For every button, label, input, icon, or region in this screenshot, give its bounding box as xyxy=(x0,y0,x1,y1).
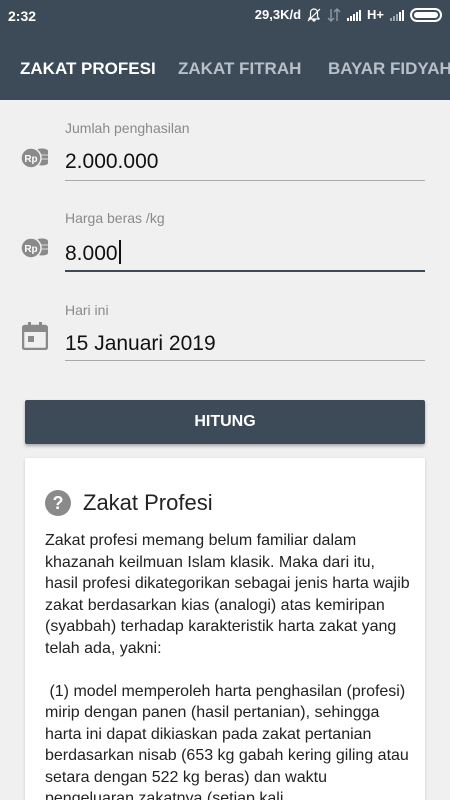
date-input[interactable]: 15 Januari 2019 xyxy=(65,332,216,356)
network-type: H+ xyxy=(367,7,384,22)
signal-icon-2 xyxy=(390,9,404,21)
rice-price-input[interactable]: 8.000 xyxy=(65,240,121,266)
help-icon: ? xyxy=(45,490,71,516)
income-input[interactable]: 2.000.000 xyxy=(65,150,158,174)
rp-coins-icon: Rp xyxy=(20,147,48,169)
calendar-icon xyxy=(22,322,48,350)
rice-price-underline xyxy=(65,270,425,272)
date-label: Hari ini xyxy=(65,302,109,318)
signal-icon xyxy=(347,9,362,21)
data-transfer-icon xyxy=(327,7,341,22)
date-underline xyxy=(65,360,425,361)
status-time: 2:32 xyxy=(8,8,37,24)
text-cursor xyxy=(118,240,121,264)
svg-text:Rp: Rp xyxy=(24,244,37,255)
income-underline xyxy=(65,180,425,181)
hitung-button[interactable]: HITUNG xyxy=(25,400,425,444)
network-speed: 29,3K/d xyxy=(254,7,302,22)
income-label: Jumlah penghasilan xyxy=(65,120,190,136)
tab-bayar-fidyah[interactable]: BAYAR FIDYAH xyxy=(328,57,450,79)
rice-price-field[interactable]: Rp Harga beras /kg 8.000 xyxy=(0,200,450,280)
income-field[interactable]: Rp Jumlah penghasilan 2.000.000 xyxy=(0,110,450,190)
info-title: Zakat Profesi xyxy=(83,490,213,515)
rice-price-label: Harga beras /kg xyxy=(65,210,165,226)
tab-zakat-fitrah[interactable]: ZAKAT FITRAH xyxy=(178,57,301,79)
tab-bar: ZAKAT PROFESI ZAKAT FITRAH BAYAR FIDYAH xyxy=(0,32,450,100)
status-bar: 2:32 29,3K/d H+ xyxy=(0,0,450,32)
info-body: Zakat profesi memang belum familiar dala… xyxy=(45,532,410,800)
rp-coins-icon: Rp xyxy=(20,237,48,259)
svg-text:Rp: Rp xyxy=(24,154,37,165)
rice-price-value: 8.000 xyxy=(65,242,118,265)
battery-icon xyxy=(410,7,442,22)
info-card: ? Zakat Profesi Zakat profesi memang bel… xyxy=(25,458,425,800)
tab-zakat-profesi[interactable]: ZAKAT PROFESI xyxy=(20,57,156,79)
mute-icon xyxy=(307,7,321,22)
date-field[interactable]: Hari ini 15 Januari 2019 xyxy=(0,290,450,370)
status-icons: 29,3K/d H+ xyxy=(255,7,442,22)
